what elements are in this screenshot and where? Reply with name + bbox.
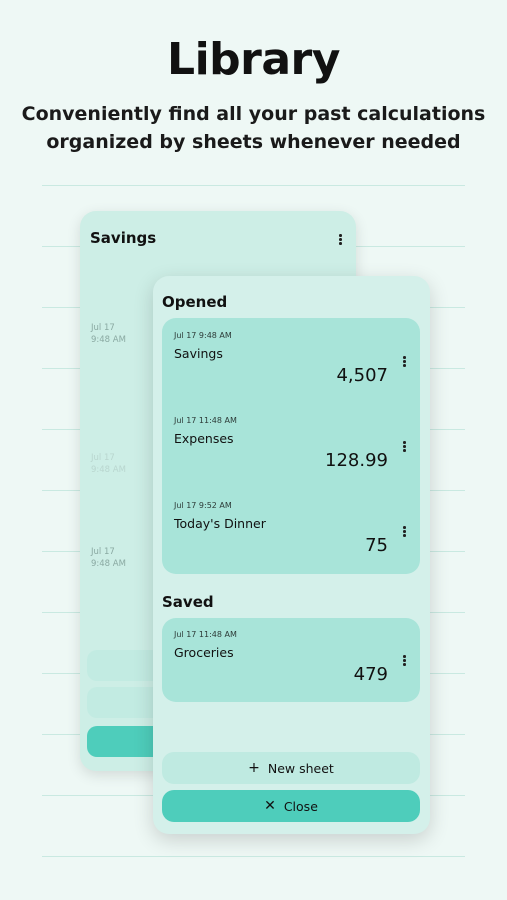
- sheet-value: 479: [353, 664, 388, 685]
- close-icon: ✕: [264, 798, 276, 814]
- kebab-menu-icon[interactable]: [403, 356, 406, 367]
- sheet-name: Today's Dinner: [174, 516, 266, 531]
- sheet-item[interactable]: Jul 17 9:48 AM Savings 4,507: [162, 331, 420, 416]
- sheet-value: 75: [365, 535, 388, 556]
- sheet-title: Savings: [90, 229, 157, 247]
- sheet-name: Savings: [174, 346, 223, 361]
- plus-icon: +: [248, 760, 260, 776]
- subtitle-line-1: Conveniently find all your past calculat…: [21, 103, 486, 125]
- sheet-timestamp: Jul 17 11:48 AM: [174, 630, 237, 639]
- sheet-item[interactable]: Jul 17 11:48 AM Expenses 128.99: [162, 416, 420, 501]
- library-card: Opened Jul 17 9:48 AM Savings 4,507 Jul …: [153, 276, 430, 834]
- kebab-menu-icon[interactable]: [403, 441, 406, 452]
- sheet-value: 128.99: [325, 450, 388, 471]
- sheet-item[interactable]: Jul 17 11:48 AM Groceries 479: [162, 630, 420, 715]
- close-label: Close: [283, 798, 318, 814]
- opened-sheets-group: Jul 17 9:48 AM Savings 4,507 Jul 17 11:4…: [162, 318, 420, 574]
- entry-timestamp: Jul 17 9:48 AM: [91, 323, 126, 345]
- kebab-menu-icon[interactable]: [339, 234, 342, 245]
- saved-section-label: Saved: [162, 593, 214, 611]
- sheet-name: Groceries: [174, 645, 234, 660]
- new-sheet-label: New sheet: [267, 760, 334, 776]
- sheet-item[interactable]: Jul 17 9:52 AM Today's Dinner 75: [162, 501, 420, 586]
- kebab-menu-icon[interactable]: [403, 526, 406, 537]
- kebab-menu-icon[interactable]: [403, 655, 406, 666]
- close-button[interactable]: ✕ Close: [162, 790, 420, 822]
- sheet-value: 4,507: [336, 365, 388, 386]
- entry-timestamp: Jul 17 9:48 AM: [91, 453, 126, 475]
- page-title: Library: [167, 34, 340, 85]
- sheet-timestamp: Jul 17 11:48 AM: [174, 416, 237, 425]
- sheet-name: Expenses: [174, 431, 234, 446]
- subtitle-line-2: organized by sheets whenever needed: [46, 131, 461, 153]
- new-sheet-button[interactable]: + New sheet: [162, 752, 420, 784]
- saved-sheets-group: Jul 17 11:48 AM Groceries 479: [162, 618, 420, 702]
- entry-timestamp: Jul 17 9:48 AM: [91, 547, 126, 569]
- page-subtitle: Conveniently find all your past calculat…: [20, 100, 487, 156]
- background-rule: [42, 185, 465, 186]
- sheet-timestamp: Jul 17 9:48 AM: [174, 331, 232, 340]
- background-rule: [42, 856, 465, 857]
- opened-section-label: Opened: [162, 293, 228, 311]
- sheet-timestamp: Jul 17 9:52 AM: [174, 501, 232, 510]
